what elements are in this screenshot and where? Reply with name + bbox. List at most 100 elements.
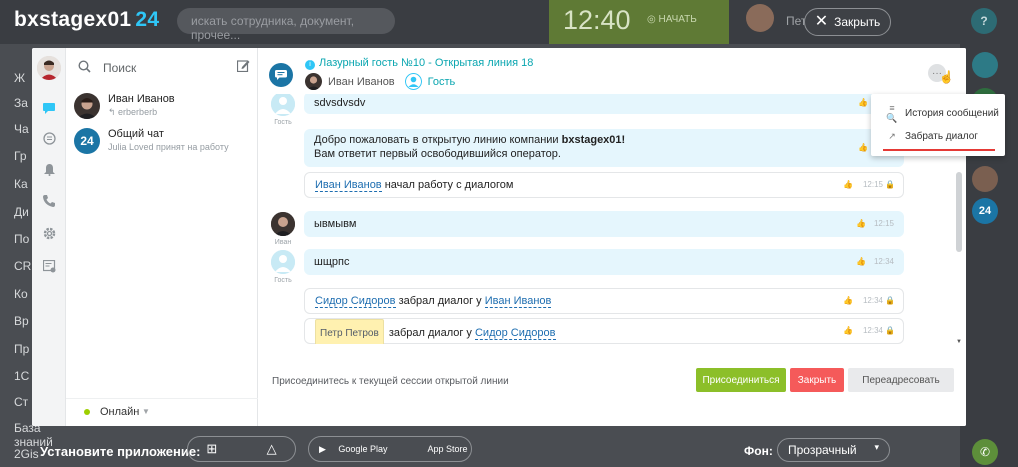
participant-avatar[interactable] xyxy=(305,73,322,90)
user-link[interactable]: Сидор Сидоров xyxy=(474,327,556,340)
left-menu-item[interactable]: Пр xyxy=(14,342,29,356)
menu-item-history[interactable]: ≡🔍 История сообщений xyxy=(871,102,1005,124)
message-text: шщрпс xyxy=(314,256,350,268)
windows-icon[interactable]: ⊞ xyxy=(206,441,217,457)
system-message[interactable]: Петр Петров забрал диалог у Сидор Сидоро… xyxy=(304,318,904,344)
forward-button[interactable]: Переадресовать xyxy=(848,368,954,392)
left-menu-item[interactable]: Вр xyxy=(14,314,29,328)
like-icon[interactable]: 👍 xyxy=(858,94,868,114)
portal-search-input[interactable]: искать сотрудника, документ, прочее... xyxy=(177,8,395,42)
chat-panel: i Лазурный гость №10 - Открытая линия 18 … xyxy=(258,48,966,426)
search-icon xyxy=(78,60,91,76)
general-chat-avatar[interactable]: 24 xyxy=(972,198,998,224)
recent-item-ivan[interactable]: Иван Иванов ↰ erberberb xyxy=(74,93,254,125)
menu-item-label: Забрать диалог xyxy=(905,130,978,142)
left-menu-item[interactable]: Ст xyxy=(14,395,28,409)
user-link[interactable]: Иван Иванов xyxy=(315,179,382,192)
message-bubble[interactable]: Добро пожаловать в открытую линию компан… xyxy=(304,129,904,167)
chat-header: i Лазурный гость №10 - Открытая линия 18 … xyxy=(258,48,966,94)
like-icon[interactable]: 👍 xyxy=(843,289,853,313)
linux-icon[interactable]: △ xyxy=(267,441,277,457)
mobile-app-links: ▶ Google Play App Store xyxy=(308,436,472,462)
guest-avatar[interactable] xyxy=(271,94,295,116)
close-dialog-button[interactable]: Закрыть xyxy=(790,368,844,392)
new-chat-pencil-icon[interactable] xyxy=(236,59,250,75)
left-menu-item[interactable]: Ча xyxy=(14,122,29,136)
like-icon[interactable]: 👍 xyxy=(843,173,853,197)
notifications-icon[interactable] xyxy=(41,162,57,178)
join-session-text: Присоединитесь к текущей сессии открытой… xyxy=(272,376,509,387)
install-app-label: Установите приложение: xyxy=(40,444,201,459)
message-bubble[interactable]: sdvsdvsdv 👍 xyxy=(304,94,904,114)
info-icon: i xyxy=(305,60,315,70)
system-message[interactable]: Сидор Сидоров забрал диалог у Иван Ивано… xyxy=(304,288,904,314)
portal-footer: Установите приложение: ⊞ △ ▶ Google Play… xyxy=(0,430,960,467)
operator-avatar[interactable] xyxy=(271,212,295,236)
notifications-bell-icon[interactable] xyxy=(972,52,998,78)
portal-brand-number: 24 xyxy=(135,8,160,31)
app-store-link[interactable]: App Store xyxy=(407,444,487,454)
worktime-widget[interactable]: 12:40 ◎ НАЧАТЬ xyxy=(549,0,729,44)
status-selector[interactable]: Онлайн ▼ xyxy=(66,398,258,426)
system-message[interactable]: Иван Иванов начал работу с диалогом 👍 12… xyxy=(304,172,904,198)
scroll-down-icon[interactable]: ▼ xyxy=(956,339,962,345)
left-menu-item[interactable]: Ди xyxy=(14,205,29,219)
left-menu-item[interactable]: Ка xyxy=(14,177,28,191)
left-menu-item[interactable]: Ж xyxy=(14,71,25,85)
menu-item-take-dialog[interactable]: ↗ Забрать диалог xyxy=(871,125,1005,147)
phone-call-icon[interactable] xyxy=(41,193,57,209)
participant-name[interactable]: Гость xyxy=(428,76,456,88)
author-label: Гость xyxy=(274,277,292,284)
like-icon[interactable]: 👍 xyxy=(856,211,866,237)
google-play-link[interactable]: ▶ Google Play xyxy=(309,444,407,455)
chats-icon[interactable] xyxy=(41,100,57,116)
background-select[interactable]: Прозрачный ▾ xyxy=(777,438,890,462)
left-menu-item[interactable]: Гр xyxy=(14,149,27,163)
portal-logo[interactable]: bxstagex01 24 xyxy=(14,8,159,32)
left-menu-item[interactable]: Ко xyxy=(14,287,28,301)
app-store-label: App Store xyxy=(427,444,468,454)
user-link[interactable]: Сидор Сидоров xyxy=(315,295,396,308)
author-label: Иван xyxy=(274,239,292,246)
like-icon[interactable]: 👍 xyxy=(843,319,853,343)
like-icon[interactable]: 👍 xyxy=(856,249,866,275)
start-workday-button[interactable]: ◎ НАЧАТЬ xyxy=(647,14,697,25)
message-text: ывмывм xyxy=(314,218,357,230)
recent-search-input[interactable]: Поиск xyxy=(103,61,136,75)
message-bubble[interactable]: шщрпс 👍 12:34 xyxy=(304,249,904,275)
help-button[interactable]: ? xyxy=(971,8,997,34)
left-menu-item[interactable]: CR xyxy=(14,259,31,273)
user-name-pill[interactable]: Петр Петров xyxy=(315,319,384,344)
message-time: 12:15 xyxy=(873,219,894,228)
join-button[interactable]: Присоединиться xyxy=(696,368,786,392)
message-bubble[interactable]: ывмывм 👍 12:15 xyxy=(304,211,904,237)
recent-item-subtitle: ↰ erberberb xyxy=(108,107,158,117)
like-icon[interactable]: 👍 xyxy=(858,141,868,155)
chat-title[interactable]: i Лазурный гость №10 - Открытая линия 18 xyxy=(305,57,533,70)
left-menu-item[interactable]: По xyxy=(14,232,29,246)
chat-participants: Иван Иванов Гость xyxy=(305,73,455,90)
settings-gear-icon[interactable] xyxy=(41,225,57,241)
message-list-scrollbar[interactable] xyxy=(956,172,962,252)
portal-user-avatar[interactable] xyxy=(746,4,774,32)
message-text: sdvsdvsdv xyxy=(314,97,366,109)
participant-name[interactable]: Иван Иванов xyxy=(328,76,395,88)
phone-icon[interactable]: ✆ xyxy=(972,439,998,465)
current-user-avatar[interactable] xyxy=(37,56,61,80)
system-action-text: забрал диалог у xyxy=(385,327,475,339)
open-lines-settings-icon[interactable] xyxy=(41,258,57,274)
participant-avatar[interactable] xyxy=(404,73,422,90)
history-search-icon: ≡🔍 xyxy=(886,102,898,123)
contact-avatar[interactable] xyxy=(972,166,998,192)
close-messenger-button[interactable]: ✕ Закрыть xyxy=(804,8,891,36)
chat-title-text: Лазурный гость №10 - Открытая линия 18 xyxy=(319,57,534,69)
chat-options-menu: ≡🔍 История сообщений ↗ Забрать диалог xyxy=(871,94,1005,156)
recent-item-general-chat[interactable]: 24 Общий чат Julia Loved принят на работ… xyxy=(74,128,254,160)
general-chat-avatar: 24 xyxy=(74,128,100,154)
user-avatar xyxy=(74,93,100,119)
user-link[interactable]: Иван Иванов xyxy=(484,295,552,308)
left-menu-item[interactable]: 1С xyxy=(14,369,29,383)
open-lines-icon[interactable] xyxy=(41,130,57,146)
left-menu-item[interactable]: За xyxy=(14,96,28,110)
guest-avatar[interactable] xyxy=(271,250,295,274)
